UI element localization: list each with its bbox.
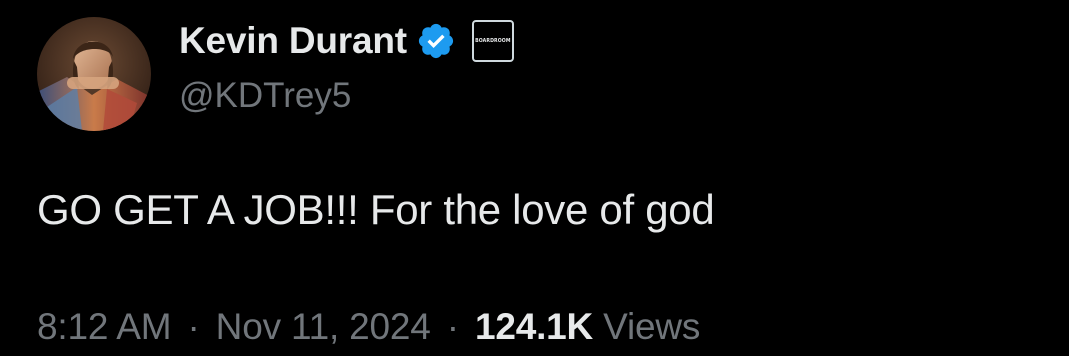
affiliate-badge[interactable]: BOARDROOM — [471, 20, 514, 62]
views-count[interactable]: 124.1K — [475, 306, 593, 347]
display-name[interactable]: Kevin Durant — [179, 20, 407, 62]
verified-badge-icon[interactable] — [416, 21, 456, 61]
affiliate-badge-text: BOARDROOM — [475, 38, 511, 44]
views-label: Views — [603, 306, 701, 347]
tweet-time[interactable]: 8:12 AM — [37, 306, 172, 347]
avatar-image — [37, 17, 151, 131]
tweet-header: Kevin Durant BOARDROOM @KDTrey5 — [179, 16, 514, 136]
meta-separator: · — [187, 306, 200, 347]
tweet-date[interactable]: Nov 11, 2024 — [216, 306, 431, 347]
name-row: Kevin Durant BOARDROOM — [179, 16, 514, 66]
tweet-meta: 8:12 AM · Nov 11, 2024 · 124.1K Views — [37, 306, 700, 348]
tweet-text: GO GET A JOB!!! For the love of god — [37, 186, 715, 233]
tweet-card: Kevin Durant BOARDROOM @KDTrey5 GO GET A… — [0, 0, 1069, 356]
user-handle[interactable]: @KDTrey5 — [179, 76, 514, 116]
avatar[interactable] — [37, 17, 151, 131]
meta-separator: · — [446, 306, 459, 347]
